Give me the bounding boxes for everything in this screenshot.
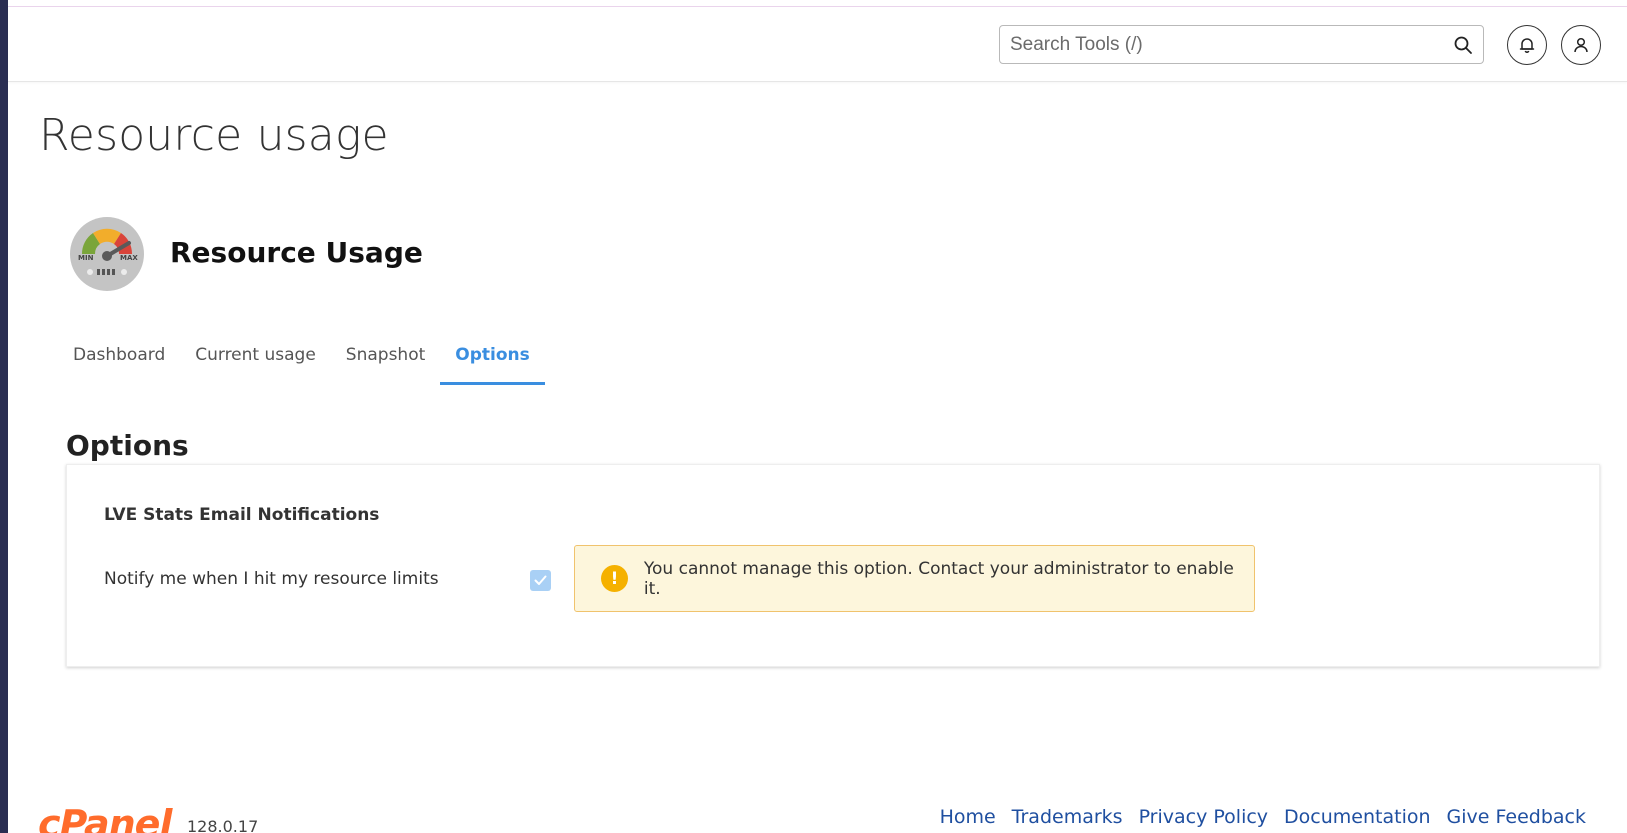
footer-link-home[interactable]: Home bbox=[940, 806, 996, 828]
exclamation-icon: ! bbox=[601, 565, 628, 592]
options-card: LVE Stats Email Notifications Notify me … bbox=[66, 464, 1600, 667]
tab-dashboard[interactable]: Dashboard bbox=[58, 338, 180, 385]
tab-current-usage[interactable]: Current usage bbox=[180, 338, 331, 385]
footer-links: Home Trademarks Privacy Policy Documenta… bbox=[940, 806, 1586, 828]
tab-snapshot[interactable]: Snapshot bbox=[331, 338, 440, 385]
user-icon bbox=[1574, 37, 1588, 53]
left-sidebar-rail bbox=[0, 0, 8, 833]
notify-checkbox[interactable] bbox=[530, 570, 551, 591]
footer-link-trademarks[interactable]: Trademarks bbox=[1012, 806, 1123, 828]
footer-link-privacy-policy[interactable]: Privacy Policy bbox=[1139, 806, 1268, 828]
user-menu-button[interactable] bbox=[1561, 25, 1601, 65]
gauge-max-label: MAX bbox=[120, 254, 138, 262]
footer-link-give-feedback[interactable]: Give Feedback bbox=[1447, 806, 1586, 828]
search-box bbox=[999, 25, 1484, 64]
gauge-icon: MIN MAX bbox=[70, 217, 144, 291]
notifications-button[interactable] bbox=[1507, 25, 1547, 65]
gauge-min-label: MIN bbox=[78, 254, 94, 262]
app-title: Resource Usage bbox=[170, 236, 423, 269]
search-icon[interactable] bbox=[1453, 35, 1473, 55]
tab-bar: Dashboard Current usage Snapshot Options bbox=[58, 338, 546, 385]
footer-link-documentation[interactable]: Documentation bbox=[1284, 806, 1430, 828]
notify-option-label: Notify me when I hit my resource limits bbox=[104, 569, 439, 589]
checkmark-icon bbox=[534, 575, 547, 585]
alert-message: You cannot manage this option. Contact y… bbox=[643, 558, 1234, 599]
cpanel-logo[interactable]: cPanel bbox=[38, 804, 172, 833]
top-bar bbox=[8, 7, 1627, 82]
bell-icon bbox=[1519, 38, 1535, 53]
options-heading: Options bbox=[66, 429, 189, 462]
search-input[interactable] bbox=[1000, 26, 1430, 63]
email-notifications-title: LVE Stats Email Notifications bbox=[104, 505, 380, 525]
tab-options[interactable]: Options bbox=[440, 338, 546, 385]
version-label: 128.0.17 bbox=[187, 817, 259, 833]
permission-alert: ! You cannot manage this option. Contact… bbox=[574, 545, 1255, 612]
page-title: Resource usage bbox=[39, 110, 389, 161]
